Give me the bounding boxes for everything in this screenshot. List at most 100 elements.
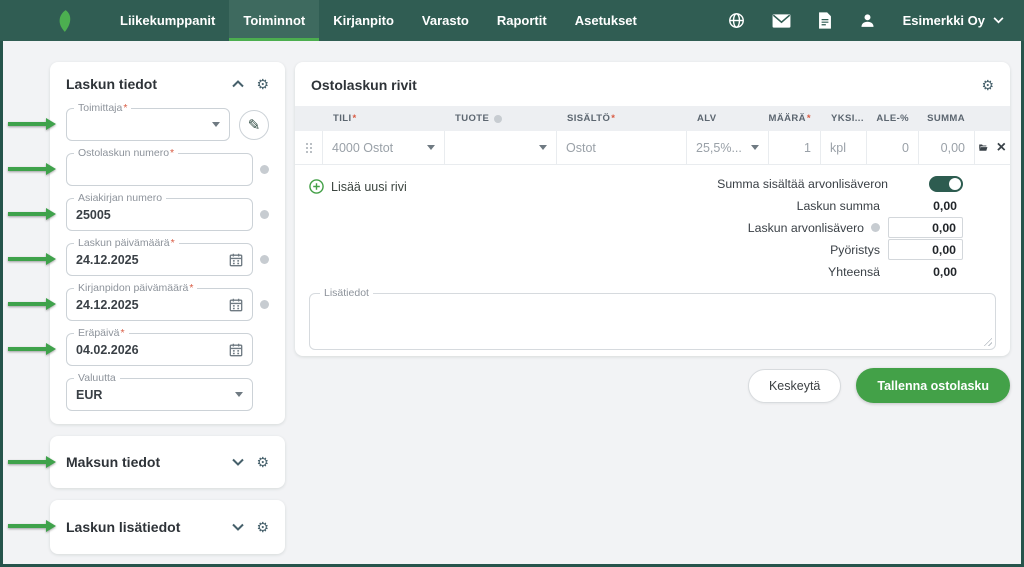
row-content-input[interactable]: Ostot [557,131,687,164]
payment-details-title: Maksun tiedot [66,454,160,470]
row-sum-value: 0,00 [919,131,975,164]
edit-supplier-button[interactable]: ✎ [239,110,269,140]
field-row-toimittaja: Toimittaja* ✎ [66,108,269,141]
accounting-date-input[interactable]: Kirjanpidon päivämäärä* 24.12.2025 [66,288,253,321]
pointer-arrow-laskun-paivamaara [8,253,56,265]
due-date-input[interactable]: Eräpäivä* 04.02.2026 [66,333,253,366]
pointer-arrow-asiakirjan-numero [8,208,56,220]
collapse-chevron-down-icon[interactable] [232,458,244,466]
rows-table-header: TILI* TUOTE SISÄLTÖ* ALV MÄÄRÄ* YKSI... … [295,106,1010,131]
invoice-additional-title: Laskun lisätiedot [66,519,180,535]
row-unit-input[interactable]: kpl [821,131,867,164]
row-account-select[interactable]: 4000 Ostot [323,131,445,164]
gear-icon[interactable]: ⚙ [981,78,994,92]
calendar-icon[interactable] [229,253,243,267]
user-icon[interactable] [859,12,876,29]
invoice-sum-row: Laskun summa 0,00 [717,195,963,216]
info-dot-icon [260,165,269,174]
collapse-chevron-up-icon[interactable] [232,80,244,88]
vat-included-toggle[interactable] [929,176,963,192]
row-product-select[interactable] [445,131,557,164]
chevron-down-icon [993,17,1004,24]
dropdown-caret-icon [751,145,759,150]
col-tuote: TUOTE [445,113,557,124]
invoice-summary: Summa sisältää arvonlisäveron Laskun sum… [717,173,963,283]
vat-included-row: Summa sisältää arvonlisäveron [717,173,963,194]
invoice-date-input[interactable]: Laskun päivämäärä* 24.12.2025 [66,243,253,276]
purchase-invoice-number-input[interactable]: Ostolaskun numero* [66,153,253,186]
rounding-input[interactable]: 0,00 [888,239,963,260]
mail-icon[interactable] [772,14,791,28]
col-yksikko: YKSI... [821,113,867,124]
row-quantity-input[interactable]: 1 [769,131,821,164]
col-maara: MÄÄRÄ* [769,113,821,124]
col-ale: ALE-% [867,113,919,124]
drag-handle[interactable] [295,131,323,164]
document-number-input[interactable]: Asiakirjan numero 25005 [66,198,253,231]
field-row-valuutta: Valuutta EUR [66,378,269,411]
resize-handle[interactable] [983,337,992,346]
col-sisalto: SISÄLTÖ* [557,113,687,124]
nav-item-raportit[interactable]: Raportit [483,0,561,41]
purchase-rows-panel: Ostolaskun rivit ⚙ TILI* TUOTE SISÄLTÖ* … [295,62,1010,356]
top-navbar: Liikekumppanit Toiminnot Kirjanpito Vara… [0,0,1024,41]
supplier-select[interactable]: Toimittaja* [66,108,230,141]
invoice-details-title: Laskun tiedot [66,76,157,92]
collapse-chevron-down-icon[interactable] [232,523,244,531]
info-dot-icon [260,255,269,264]
dropdown-caret-icon[interactable] [212,122,220,127]
field-row-kirjanpidon-paivamaara: Kirjanpidon päivämäärä* 24.12.2025 [66,288,269,321]
main-menu: Liikekumppanit Toiminnot Kirjanpito Vara… [106,0,651,41]
calendar-icon[interactable] [229,343,243,357]
field-row-ostolaskun-numero: Ostolaskun numero* [66,153,269,186]
dropdown-caret-icon[interactable] [235,392,243,397]
invoice-additional-card: Laskun lisätiedot ⚙ [50,500,285,554]
rounding-row: Pyöristys 0,00 [717,239,963,260]
purchase-invoice-page: Liikekumppanit Toiminnot Kirjanpito Vara… [0,0,1024,567]
folder-icon[interactable] [979,141,988,154]
field-row-laskun-paivamaara: Laskun päivämäärä* 24.12.2025 [66,243,269,276]
dropdown-caret-icon [539,145,547,150]
nav-item-liikekumppanit[interactable]: Liikekumppanit [106,0,229,41]
delete-row-icon[interactable]: × [997,140,1006,156]
dropdown-caret-icon [427,145,435,150]
col-summa: SUMMA [919,113,975,124]
pointer-arrow-kirjanpidon-paivamaara [8,298,56,310]
cancel-button[interactable]: Keskeytä [748,369,841,403]
pointer-arrow-toimittaja [8,118,56,130]
notes-textarea[interactable]: Lisätiedot [309,293,996,350]
plus-circle-icon [309,179,324,194]
invoice-row: 4000 Ostot Ostot 25,5%... 1 kpl 0 0,00 × [295,131,1010,165]
globe-icon[interactable] [728,12,745,29]
row-vat-select[interactable]: 25,5%... [687,131,769,164]
info-dot-icon [260,210,269,219]
nav-item-asetukset[interactable]: Asetukset [561,0,651,41]
row-discount-input[interactable]: 0 [867,131,919,164]
payment-details-card: Maksun tiedot ⚙ [50,436,285,488]
company-name: Esimerkki Oy [903,13,985,28]
pointer-arrow-ostolaskun-numero [8,163,56,175]
gear-icon[interactable]: ⚙ [256,520,269,534]
gear-icon[interactable]: ⚙ [256,455,269,469]
info-dot-icon [494,115,502,123]
total-row: Yhteensä 0,00 [717,261,963,282]
col-tili: TILI* [323,113,445,124]
add-row-link[interactable]: Lisää uusi rivi [309,179,407,194]
vat-amount-input[interactable]: 0,00 [888,217,963,238]
calendar-icon[interactable] [229,298,243,312]
total-value: 0,00 [888,265,963,279]
save-purchase-invoice-button[interactable]: Tallenna ostolasku [856,368,1010,403]
pointer-arrow-maksun-tiedot [8,456,56,468]
invoice-sum-value: 0,00 [888,199,963,213]
nav-item-kirjanpito[interactable]: Kirjanpito [319,0,408,41]
invoice-details-card: Laskun tiedot ⚙ Toimittaja* ✎ Ostolaskun… [50,62,285,424]
pointer-arrow-erapaiva [8,343,56,355]
gear-icon[interactable]: ⚙ [256,77,269,91]
nav-item-toiminnot[interactable]: Toiminnot [229,0,319,41]
document-icon[interactable] [818,12,832,29]
field-row-asiakirjan-numero: Asiakirjan numero 25005 [66,198,269,231]
leaf-logo-icon[interactable] [54,0,76,41]
company-selector[interactable]: Esimerkki Oy [903,13,1004,28]
currency-select[interactable]: Valuutta EUR [66,378,253,411]
nav-item-varasto[interactable]: Varasto [408,0,483,41]
